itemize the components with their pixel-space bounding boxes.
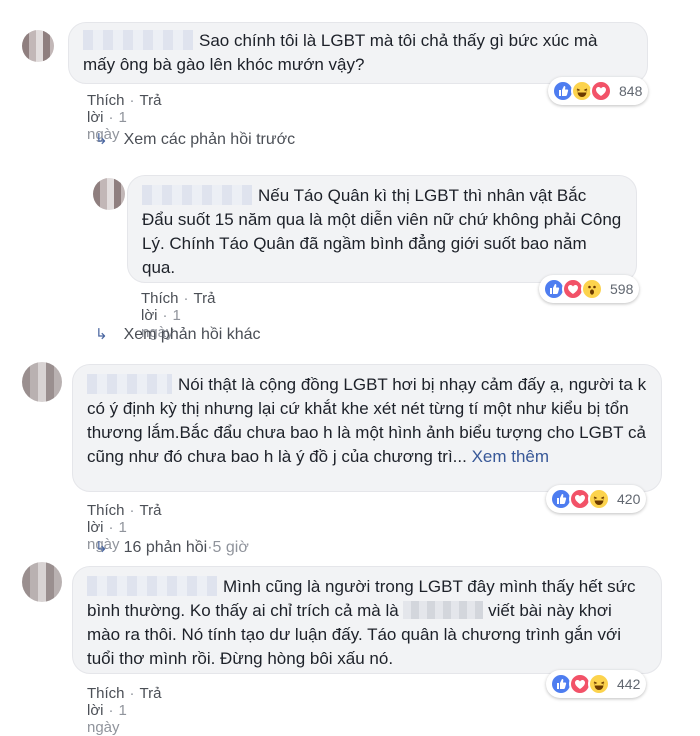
avatar[interactable] [22,562,62,602]
view-previous-replies-link[interactable]: ↳ Xem các phản hồi trước [95,130,295,149]
like-button[interactable]: Thích [87,502,125,519]
view-other-replies-link[interactable]: ↳ Xem phản hồi khác [95,325,261,344]
comment-bubble: Mình cũng là người trong LGBT đây mình t… [72,566,662,674]
haha-icon [588,488,610,510]
reply-arrow-icon: ↳ [95,326,108,343]
comment-bubble: Sao chính tôi là LGBT mà tôi chả thấy gì… [68,22,648,84]
comment-bubble: Nói thật là cộng đồng LGBT hơi bị nhạy c… [72,364,662,492]
like-button[interactable]: Thích [87,92,125,109]
comment-actions: Thích · Trả lời · 1 ngày [87,685,162,736]
replies-count-link[interactable]: ↳ 16 phản hồi·5 giờ [95,538,249,557]
author-name-blurred[interactable] [87,576,217,596]
blurred-name [403,601,484,619]
reaction-summary[interactable]: 598 [539,275,640,303]
avatar[interactable] [22,362,62,402]
reaction-count: 598 [610,281,634,297]
author-name-blurred[interactable] [83,30,193,50]
reaction-count: 848 [619,83,643,99]
avatar[interactable] [22,30,54,62]
reply-arrow-icon: ↳ [95,131,108,148]
reaction-count: 442 [617,676,641,692]
view-previous-replies-label: Xem các phản hồi trước [123,131,296,148]
reaction-summary[interactable]: 420 [546,485,647,513]
replies-count-label: 16 phản hồi [123,539,208,556]
haha-icon [588,673,610,695]
see-more-link[interactable]: Xem thêm [472,447,549,466]
like-button[interactable]: Thích [141,290,179,307]
author-name-blurred[interactable] [142,185,252,205]
reaction-summary[interactable]: 848 [548,77,649,105]
reaction-summary[interactable]: 442 [546,670,647,698]
like-button[interactable]: Thích [87,685,125,702]
replies-time: 5 giờ [212,539,249,556]
reply-arrow-icon: ↳ [95,539,108,556]
view-other-replies-label: Xem phản hồi khác [123,326,261,343]
avatar[interactable] [93,178,125,210]
reaction-count: 420 [617,491,641,507]
wow-icon [581,278,603,300]
author-name-blurred[interactable] [87,374,172,394]
comment-bubble: Nếu Táo Quân kì thị LGBT thì nhân vật Bắ… [127,175,637,283]
love-icon [590,80,612,102]
